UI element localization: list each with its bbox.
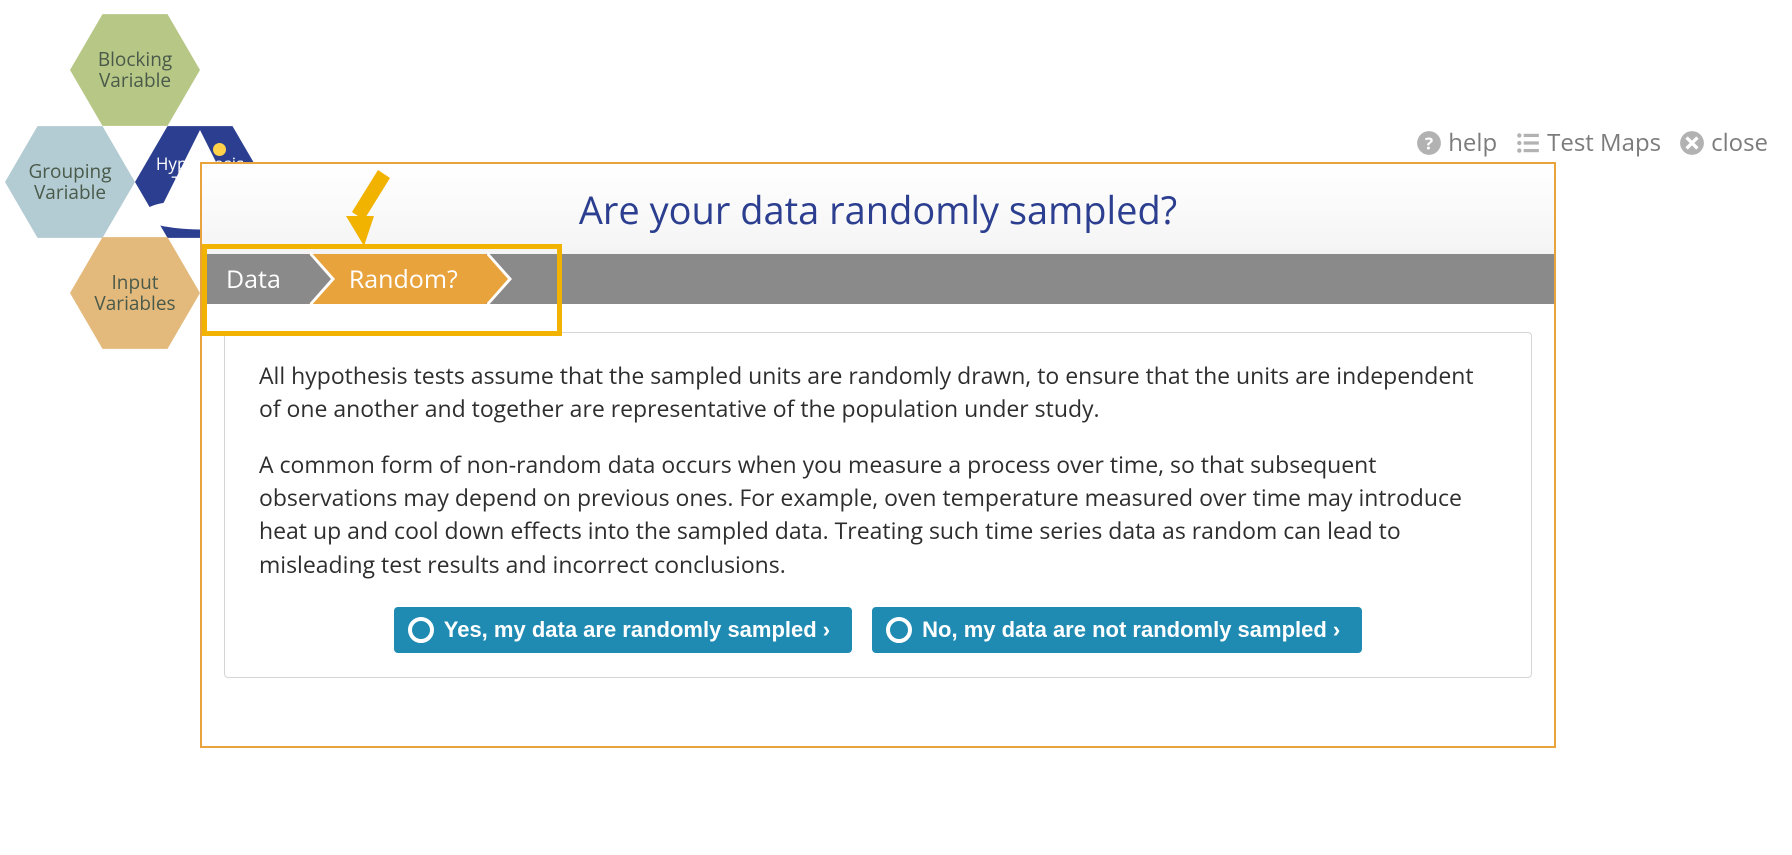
- help-icon: ?: [1416, 130, 1442, 156]
- close-label: close: [1711, 126, 1768, 159]
- breadcrumb-bar: Data Random?: [202, 254, 1554, 304]
- option-no-label: No, my data are not randomly sampled ›: [922, 617, 1340, 643]
- help-link[interactable]: ? help: [1416, 126, 1497, 159]
- callout-arrow-icon: [340, 170, 400, 250]
- option-yes-button[interactable]: Yes, my data are randomly sampled ›: [394, 607, 852, 653]
- panel-title: Are your data randomly sampled?: [202, 184, 1554, 236]
- test-maps-label: Test Maps: [1547, 126, 1661, 159]
- hex-grouping-variable[interactable]: Grouping Variable: [5, 126, 135, 238]
- content-card: All hypothesis tests assume that the sam…: [224, 332, 1532, 678]
- radio-circle-icon: [886, 617, 912, 643]
- option-no-button[interactable]: No, my data are not randomly sampled ›: [872, 607, 1362, 653]
- hex-blocking-variable[interactable]: Blocking Variable: [70, 14, 200, 126]
- breadcrumb-label: Data: [226, 262, 281, 296]
- wizard-panel: Are your data randomly sampled? Data Ran…: [200, 162, 1556, 748]
- close-icon: [1679, 130, 1705, 156]
- test-maps-link[interactable]: Test Maps: [1515, 126, 1661, 159]
- hex-label: Variable: [99, 70, 171, 91]
- panel-header: Are your data randomly sampled?: [202, 164, 1554, 254]
- hex-label: Variable: [34, 182, 106, 203]
- breadcrumb-step-random[interactable]: Random?: [309, 254, 486, 304]
- option-button-row: Yes, my data are randomly sampled › No, …: [259, 607, 1497, 653]
- list-icon: [1515, 130, 1541, 156]
- content-paragraph: A common form of non-random data occurs …: [259, 448, 1497, 581]
- breadcrumb-label: Random?: [349, 262, 458, 296]
- breadcrumb-step-data[interactable]: Data: [202, 254, 309, 304]
- content-paragraph: All hypothesis tests assume that the sam…: [259, 359, 1497, 426]
- close-link[interactable]: close: [1679, 126, 1768, 159]
- svg-text:?: ?: [1425, 131, 1433, 155]
- hex-input-variables[interactable]: Input Variables: [70, 237, 200, 349]
- help-label: help: [1448, 126, 1497, 159]
- top-links: ? help Test Maps close: [1416, 126, 1768, 159]
- radio-circle-icon: [408, 617, 434, 643]
- hex-label: Variables: [94, 293, 175, 314]
- option-yes-label: Yes, my data are randomly sampled ›: [444, 617, 830, 643]
